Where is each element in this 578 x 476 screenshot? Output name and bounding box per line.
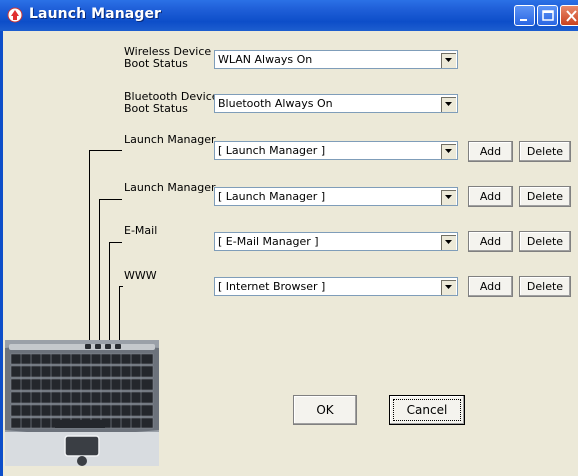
dropdown-arrow-icon[interactable] — [440, 52, 456, 68]
key1-add-button[interactable]: Add — [468, 141, 513, 162]
connector-line — [119, 286, 120, 347]
bluetooth-label: Bluetooth Device Boot Status — [124, 90, 219, 115]
key2-combo[interactable]: [ Launch Manager ] — [214, 187, 458, 206]
dropdown-arrow-icon[interactable] — [440, 96, 456, 112]
key2-add-button[interactable]: Add — [468, 186, 513, 207]
combo-value: [ Launch Manager ] — [218, 144, 326, 157]
cancel-button[interactable]: Cancel — [389, 395, 465, 425]
combo-value: [ Launch Manager ] — [218, 190, 326, 203]
close-icon — [566, 10, 577, 22]
www-add-button[interactable]: Add — [468, 276, 513, 297]
connector-line — [89, 150, 90, 347]
email-add-button[interactable]: Add — [468, 231, 513, 252]
connector-line — [99, 199, 122, 200]
combo-value: [ E-Mail Manager ] — [218, 235, 319, 248]
combo-value: Bluetooth Always On — [218, 97, 333, 110]
window-title: Launch Manager — [29, 6, 162, 22]
connector-line — [99, 199, 100, 347]
connector-line — [109, 242, 110, 347]
dropdown-arrow-icon[interactable] — [440, 234, 456, 250]
keyboard-image — [5, 340, 159, 466]
dropdown-arrow-icon[interactable] — [440, 189, 456, 205]
email-label: E-Mail — [124, 224, 158, 237]
maximize-button[interactable] — [537, 5, 558, 26]
wireless-status-combo[interactable]: WLAN Always On — [214, 50, 458, 69]
maximize-icon — [542, 10, 554, 21]
key2-delete-button[interactable]: Delete — [519, 186, 571, 207]
key1-label: Launch Manager — [124, 133, 216, 146]
key1-combo[interactable]: [ Launch Manager ] — [214, 141, 458, 160]
dropdown-arrow-icon[interactable] — [440, 279, 456, 295]
connector-line — [109, 242, 122, 243]
ok-button[interactable]: OK — [293, 395, 357, 425]
combo-value: [ Internet Browser ] — [218, 280, 326, 293]
wireless-label: Wireless Device Boot Status — [124, 45, 212, 70]
www-label: WWW — [124, 269, 157, 282]
window-border — [0, 31, 3, 476]
key1-delete-button[interactable]: Delete — [519, 141, 571, 162]
title-bar[interactable]: Launch Manager — [0, 0, 578, 31]
connector-line — [89, 150, 122, 151]
email-combo[interactable]: [ E-Mail Manager ] — [214, 232, 458, 251]
combo-value: WLAN Always On — [218, 53, 313, 66]
key2-label: Launch Manager — [124, 181, 216, 194]
email-delete-button[interactable]: Delete — [519, 231, 571, 252]
www-combo[interactable]: [ Internet Browser ] — [214, 277, 458, 296]
minimize-button[interactable] — [514, 5, 535, 26]
bluetooth-status-combo[interactable]: Bluetooth Always On — [214, 94, 458, 113]
launch-manager-window: Launch Manager Wireless Device Boot Stat… — [0, 0, 578, 476]
close-button[interactable] — [560, 5, 578, 26]
www-delete-button[interactable]: Delete — [519, 276, 571, 297]
dropdown-arrow-icon[interactable] — [440, 143, 456, 159]
app-icon — [7, 7, 23, 23]
minimize-icon — [520, 19, 527, 21]
connector-line — [119, 286, 123, 287]
